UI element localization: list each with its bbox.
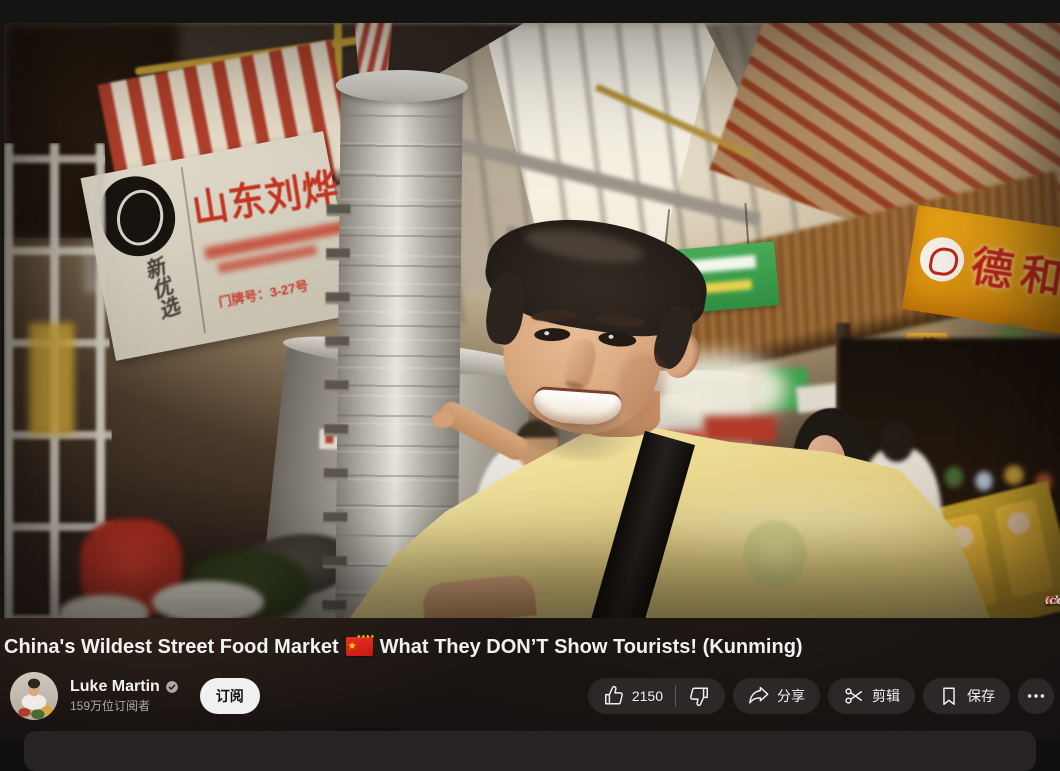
verified-check-icon [165, 680, 179, 694]
more-actions-button[interactable] [1018, 678, 1054, 714]
host-head [452, 211, 726, 481]
share-button[interactable]: 分享 [733, 678, 820, 714]
like-count: 2150 [632, 688, 663, 704]
more-dots-icon [1025, 685, 1047, 707]
youtube-watch-page: { "window": {"width": 1060, "height": 74… [0, 0, 1060, 742]
watch-metadata-section: China's Wildest Street Food Market 🇨🇳★★★★… [0, 618, 1060, 742]
video-title-text: China's Wildest Street Food Market [4, 636, 339, 658]
left-sign-address-text: 门牌号：3-27号 [217, 275, 310, 311]
clip-button[interactable]: 剪辑 [828, 678, 915, 714]
china-flag-emoji: 🇨🇳★★★★★ [346, 637, 373, 656]
channel-info: Luke Martin 159万位订阅者 [70, 678, 179, 714]
share-arrow-icon [748, 685, 770, 707]
save-button[interactable]: 保存 [923, 678, 1010, 714]
durian-shirt-graphic [743, 520, 807, 588]
like-dislike-group: 2150 [588, 678, 725, 714]
channel-name[interactable]: Luke Martin [70, 678, 160, 696]
clip-label: 剪辑 [872, 686, 900, 706]
watermark-suffix: .com [1045, 594, 1060, 607]
bookmark-icon [938, 685, 960, 707]
yellow-sack [29, 323, 74, 435]
video-title-text: What They DON’T Show Tourists! (Kunming) [380, 636, 803, 658]
subscriber-count: 159万位订阅者 [70, 697, 179, 714]
share-label: 分享 [777, 686, 805, 706]
save-label: 保存 [967, 686, 995, 706]
right-stall-sign-text: 德和 [967, 232, 1060, 308]
white-bowls [152, 581, 264, 618]
action-buttons: 2150 分享 剪辑 保存 [588, 678, 1054, 714]
thumb-up-icon [603, 685, 625, 707]
steamer-handles [322, 204, 351, 618]
vendor-hand [432, 411, 454, 428]
description-box[interactable] [24, 731, 1036, 771]
sign-logo-circle [917, 234, 967, 284]
subscribe-button[interactable]: 订阅 [200, 678, 260, 714]
left-sign-calligraphy: 新优选 [102, 254, 193, 359]
video-player[interactable]: 德和 德和 新优选 山东刘烨 门牌号：3-27号 [4, 23, 1060, 618]
video-player-section: 德和 德和 新优选 山东刘烨 门牌号：3-27号 [0, 0, 1060, 618]
dislike-button[interactable] [676, 678, 725, 714]
video-title: China's Wildest Street Food Market 🇨🇳★★★★… [4, 633, 1056, 661]
scissors-icon [843, 685, 865, 707]
channel-avatar[interactable] [10, 672, 58, 720]
owner-and-actions-row: Luke Martin 159万位订阅者 订阅 2150 分享 [4, 672, 1056, 720]
thumb-down-icon [688, 685, 710, 707]
banner-photo-card [994, 499, 1054, 598]
like-button[interactable]: 2150 [588, 678, 675, 714]
